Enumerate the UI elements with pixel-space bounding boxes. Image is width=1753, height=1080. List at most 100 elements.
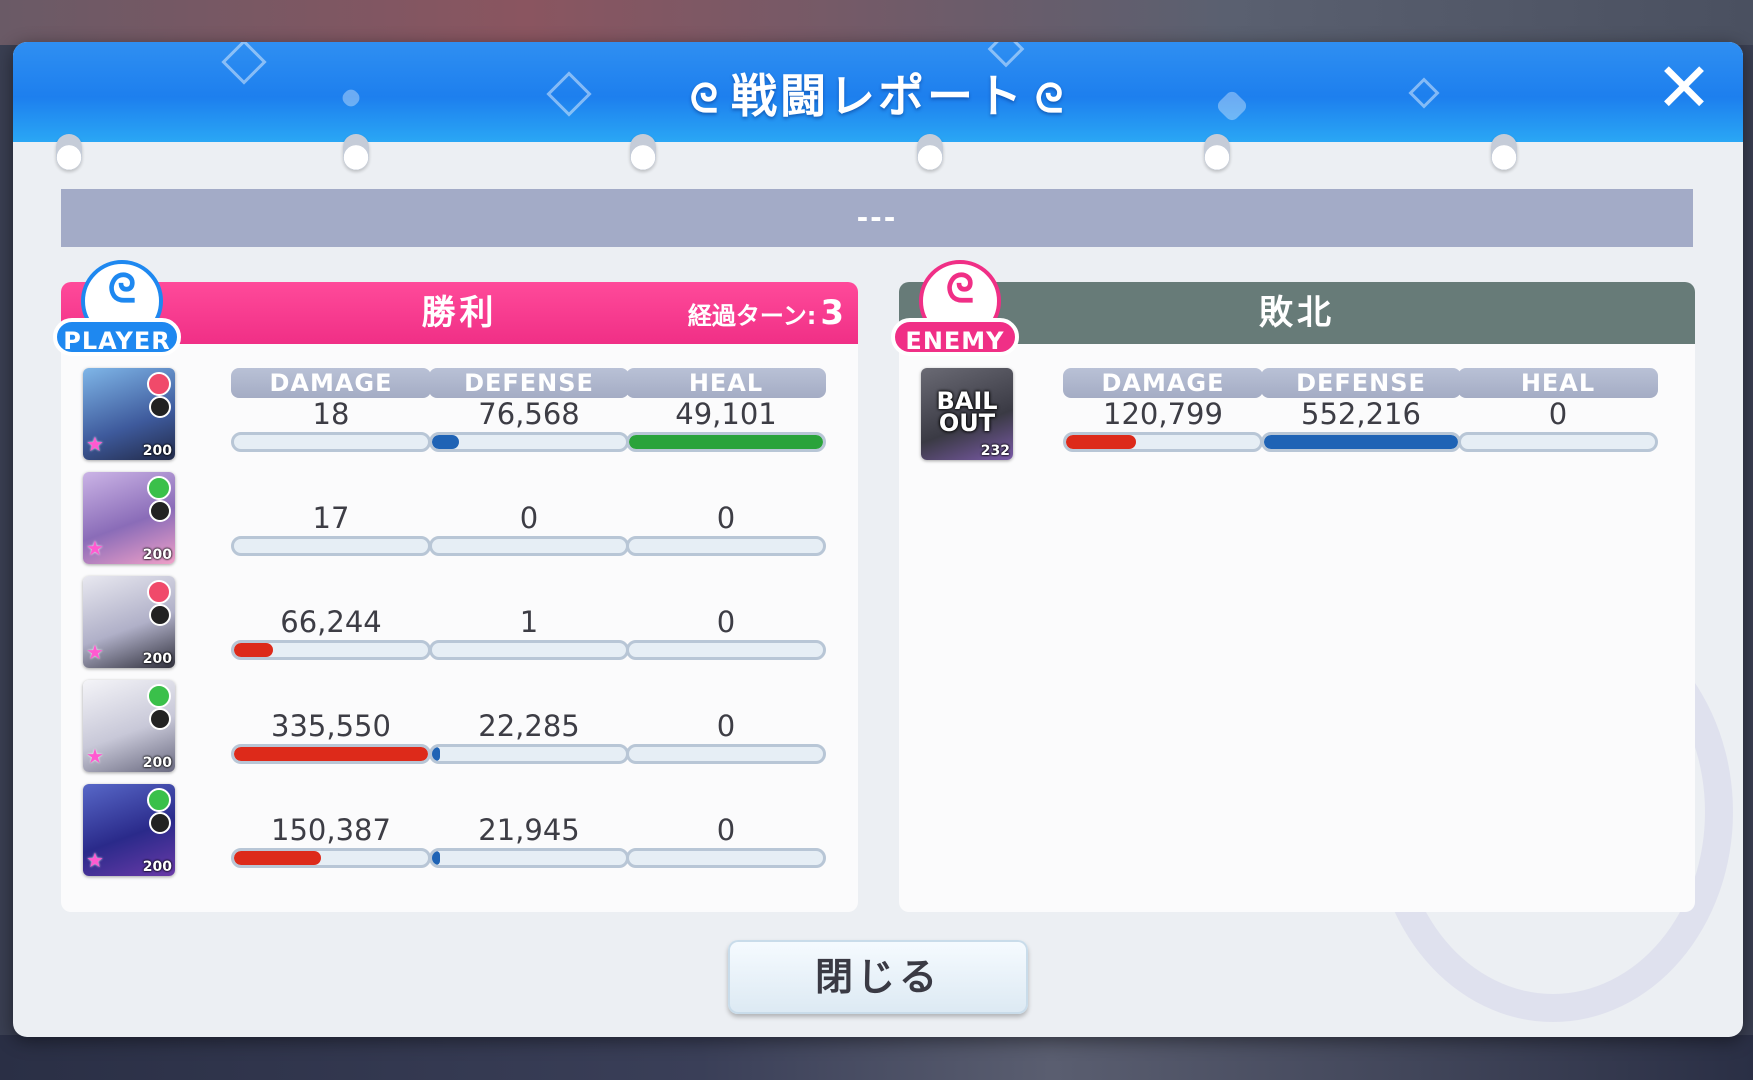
damage-label: DAMAGE <box>1063 368 1263 398</box>
unit-avatar[interactable]: ★ 200 <box>83 368 175 460</box>
enemy-unit-row: BAIL OUT 232 DAMAGE 120,799 DEFENSE 552,216 HE… <box>899 368 1695 472</box>
heal-value: 0 <box>716 605 736 639</box>
player-badge: ᘓ PLAYER <box>53 260 181 372</box>
defense-stat: 1 <box>429 576 629 660</box>
unit-level: 232 <box>980 443 1010 459</box>
defense-bar-fill <box>432 851 440 865</box>
role-icon <box>149 604 171 626</box>
player-unit-row: ★ 200 335,550 22,285 0 <box>61 680 858 784</box>
defense-bar <box>1261 432 1461 452</box>
damage-stat: 66,244 <box>231 576 431 660</box>
defense-bar <box>429 536 629 556</box>
damage-stat: 17 <box>231 472 431 556</box>
unit-avatar[interactable]: ★ 200 <box>83 784 175 876</box>
enemy-panel: 敗北 ᘓ ENEMY BAIL OUT 232 DAMAGE 120,799 DEFEN… <box>891 260 1695 912</box>
damage-bar <box>231 432 431 452</box>
close-button[interactable]: 閉じる <box>728 940 1028 1014</box>
heal-stat: 0 <box>626 472 826 556</box>
player-unit-list: ★ 200 DAMAGE 18 DEFENSE 76,568 HEAL 49,101 ★ 200 1… <box>61 368 858 888</box>
message-bar: --- <box>61 189 1693 247</box>
player-badge-label: PLAYER <box>53 318 181 356</box>
damage-value: 335,550 <box>271 709 391 743</box>
heal-bar <box>626 536 826 556</box>
damage-stat: DAMAGE 18 <box>231 368 431 452</box>
rarity-icon: ★ <box>86 536 104 560</box>
enemy-badge: ᘓ ENEMY <box>891 260 1019 372</box>
background-bottom <box>0 1035 1753 1080</box>
player-unit-row: ★ 200 17 0 0 <box>61 472 858 576</box>
defense-bar-fill <box>432 435 460 449</box>
unit-level: 200 <box>142 755 172 771</box>
heal-stat: 0 <box>626 680 826 764</box>
defense-stat: 21,945 <box>429 784 629 868</box>
attribute-icon <box>147 684 171 708</box>
player-unit-row: ★ 200 150,387 21,945 0 <box>61 784 858 888</box>
close-icon[interactable]: ✕ <box>1651 55 1717 123</box>
defense-stat: DEFENSE 76,568 <box>429 368 629 452</box>
unit-avatar[interactable]: ★ 200 <box>83 576 175 668</box>
heal-bar <box>626 432 826 452</box>
heal-value: 49,101 <box>675 397 777 431</box>
unit-level: 200 <box>142 651 172 667</box>
defense-label: DEFENSE <box>1261 368 1461 398</box>
heal-stat: 0 <box>626 576 826 660</box>
enemy-unit-list: BAIL OUT 232 DAMAGE 120,799 DEFENSE 552,216 HE… <box>899 368 1695 472</box>
defense-bar <box>429 848 629 868</box>
defense-value: 1 <box>519 605 539 639</box>
pin-decoration <box>56 134 82 170</box>
unit-level: 200 <box>142 859 172 875</box>
defense-bar-fill <box>1264 435 1458 449</box>
defense-stat: 0 <box>429 472 629 556</box>
pin-decoration <box>343 134 369 170</box>
damage-stat: 150,387 <box>231 784 431 868</box>
damage-bar-fill <box>234 643 273 657</box>
wing-right-icon: ᘓ <box>1035 76 1067 122</box>
player-panel: 勝利 経過ターン: 3 ᘓ PLAYER ★ 200 DAMAGE 18 DEFENSE 7… <box>53 260 858 912</box>
damage-value: 17 <box>312 501 350 535</box>
defense-bar <box>429 744 629 764</box>
damage-stat: DAMAGE 120,799 <box>1063 368 1263 452</box>
heal-label: HEAL <box>626 368 826 398</box>
turn-counter: 経過ターン: 3 <box>687 293 844 333</box>
damage-label: DAMAGE <box>231 368 431 398</box>
wing-icon: ᘓ <box>945 266 975 312</box>
role-icon <box>149 708 171 730</box>
damage-bar-fill <box>1066 435 1136 449</box>
heal-bar <box>1458 432 1658 452</box>
wing-icon: ᘓ <box>107 266 137 312</box>
attribute-icon <box>147 476 171 500</box>
heal-stat: 0 <box>626 784 826 868</box>
attribute-icon <box>147 372 171 396</box>
rarity-icon: ★ <box>86 744 104 768</box>
role-icon <box>149 500 171 522</box>
rarity-icon: ★ <box>86 432 104 456</box>
enemy-avatar[interactable]: BAIL OUT 232 <box>921 368 1013 460</box>
heal-bar <box>626 744 826 764</box>
damage-bar-fill <box>234 747 428 761</box>
attribute-icon <box>147 788 171 812</box>
dialog-header: ᘓ 戦闘レポート ᘓ ✕ <box>13 42 1743 142</box>
unit-avatar[interactable]: ★ 200 <box>83 472 175 564</box>
pin-decoration <box>630 134 656 170</box>
damage-value: 18 <box>312 397 350 431</box>
damage-stat: 335,550 <box>231 680 431 764</box>
defense-bar <box>429 640 629 660</box>
pin-decoration <box>1491 134 1517 170</box>
defense-stat: 22,285 <box>429 680 629 764</box>
defense-value: 552,216 <box>1301 397 1421 431</box>
heal-value: 0 <box>1548 397 1568 431</box>
damage-value: 150,387 <box>271 813 391 847</box>
enemy-name: BAIL OUT <box>936 387 998 437</box>
unit-avatar[interactable]: ★ 200 <box>83 680 175 772</box>
defense-value: 21,945 <box>478 813 580 847</box>
pin-decoration <box>917 134 943 170</box>
defense-bar-fill <box>432 747 440 761</box>
battle-report-dialog: ᘓ 戦闘レポート ᘓ ✕ --- 勝利 経過ターン: 3 ᘓ PLAYER ★ 200 D… <box>13 42 1743 1037</box>
damage-bar-fill <box>234 851 322 865</box>
defense-value: 22,285 <box>478 709 580 743</box>
defense-value: 0 <box>519 501 539 535</box>
damage-value: 66,244 <box>280 605 382 639</box>
dialog-title: ᘓ 戦闘レポート ᘓ <box>689 69 1067 123</box>
wing-left-icon: ᘓ <box>689 76 721 122</box>
defense-value: 76,568 <box>478 397 580 431</box>
